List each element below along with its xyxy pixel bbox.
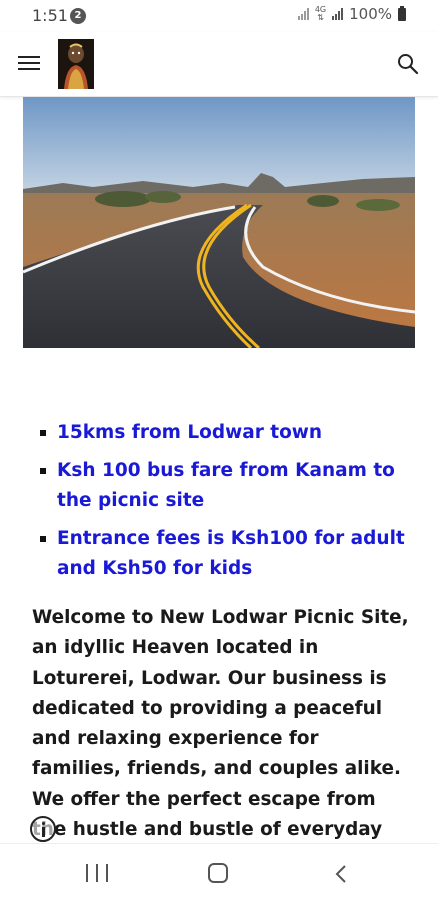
list-item[interactable]: Ksh 100 bus fare from Kanam to the picni… (24, 456, 416, 517)
list-item[interactable]: 15kms from Lodwar town (24, 418, 416, 449)
battery-percent: 100% (349, 5, 392, 23)
search-icon[interactable] (396, 52, 420, 76)
hamburger-menu-icon[interactable] (18, 52, 42, 76)
system-nav-bar (0, 843, 438, 901)
info-icon[interactable] (30, 816, 56, 842)
back-icon[interactable] (332, 864, 350, 884)
home-icon[interactable] (208, 863, 228, 883)
cell-signal-icon (332, 8, 344, 20)
wifi-signal-icon (297, 8, 309, 20)
feature-list: 15kms from Lodwar town Ksh 100 bus fare … (24, 418, 416, 592)
network-type: 4G ⇅ (314, 5, 327, 22)
status-indicators: 4G ⇅ 100% (297, 5, 406, 23)
battery-icon (398, 5, 406, 21)
app-header (0, 32, 438, 97)
status-time: 1:51 (32, 6, 68, 25)
status-bar: 1:51 2 4G ⇅ 100% (0, 0, 438, 32)
notification-badge: 2 (70, 8, 86, 24)
recents-icon[interactable] (86, 864, 108, 882)
road-photo (23, 97, 415, 348)
list-item[interactable]: Entrance fees is Ksh100 for adult and Ks… (24, 524, 416, 585)
site-logo[interactable] (58, 39, 94, 89)
intro-paragraph: Welcome to New Lodwar Picnic Site, an id… (32, 607, 409, 870)
